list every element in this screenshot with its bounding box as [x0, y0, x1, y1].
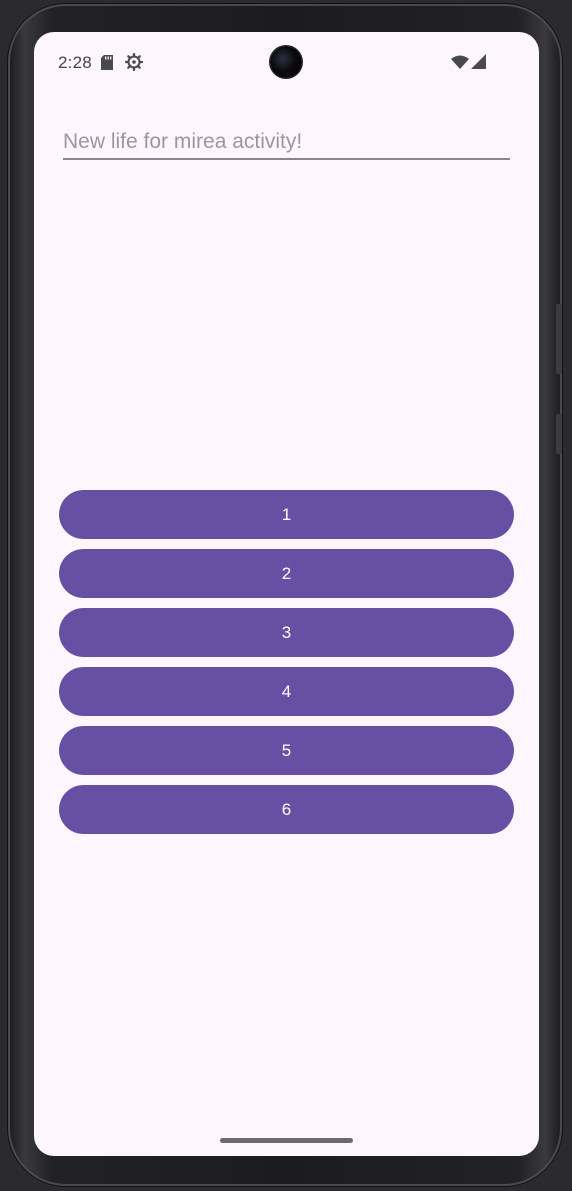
button-1[interactable]: 1 — [59, 490, 514, 539]
status-bar: 2:28 — [34, 32, 539, 94]
button-4[interactable]: 4 — [59, 667, 514, 716]
button-column: 1 2 3 4 5 6 — [59, 490, 514, 844]
front-camera — [270, 46, 302, 78]
home-gesture-bar[interactable] — [220, 1138, 353, 1143]
button-6[interactable]: 6 — [59, 785, 514, 834]
status-time: 2:28 — [58, 53, 92, 72]
edit-text-input[interactable] — [63, 128, 510, 156]
button-3[interactable]: 3 — [59, 608, 514, 657]
cell-signal-icon — [471, 54, 486, 74]
power-button — [556, 414, 562, 454]
settings-gear-icon — [124, 52, 144, 76]
button-2[interactable]: 2 — [59, 549, 514, 598]
volume-button — [556, 304, 562, 374]
edit-text-field[interactable] — [63, 128, 510, 160]
wifi-icon — [451, 55, 469, 74]
app-screen: 2:28 New life for mirea activity! 1 2 3 … — [34, 32, 539, 1156]
button-5[interactable]: 5 — [59, 726, 514, 775]
sd-card-icon — [101, 55, 113, 75]
